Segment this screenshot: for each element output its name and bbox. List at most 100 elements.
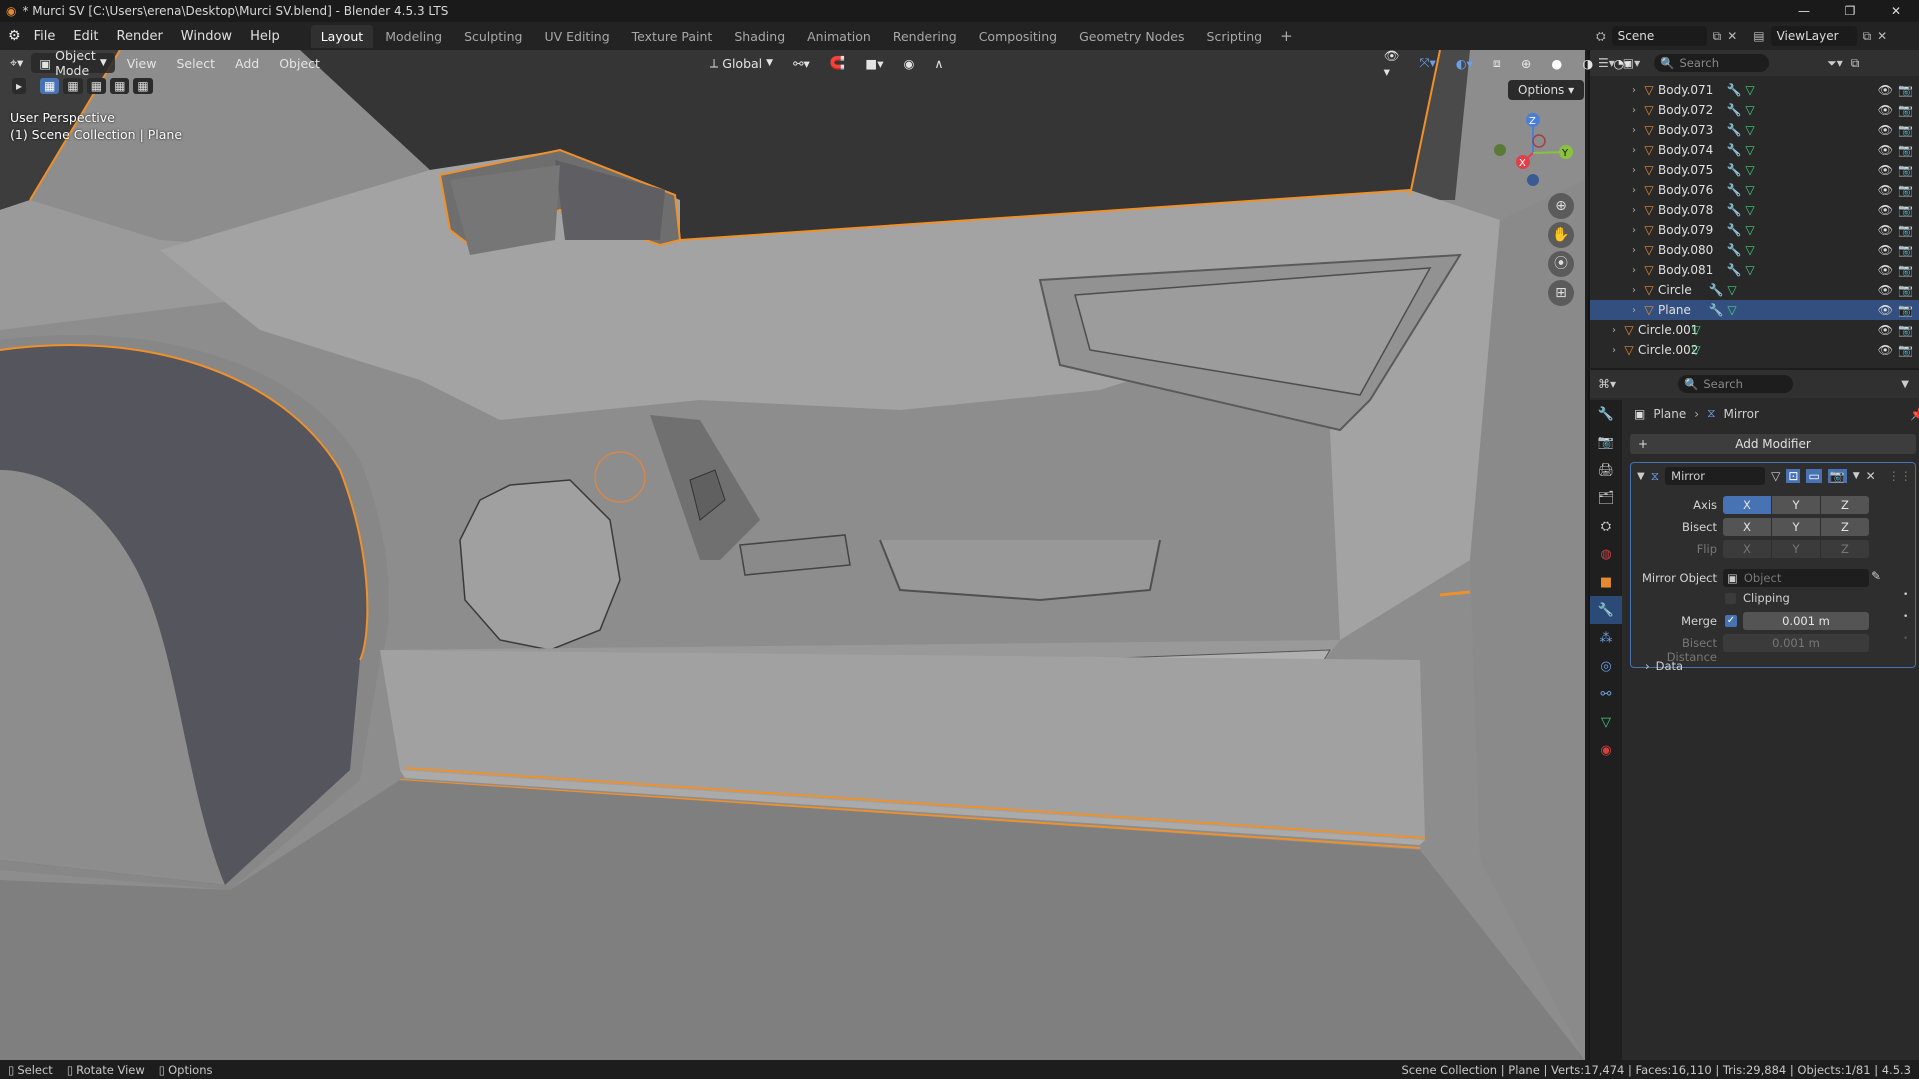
mesh-data-icon[interactable]: ▽ (1724, 303, 1740, 317)
bisect-z-toggle[interactable]: Z (1821, 518, 1869, 536)
modifier-name-field[interactable]: Mirror (1665, 467, 1766, 485)
tab-uv-editing[interactable]: UV Editing (534, 25, 619, 48)
mesh-data-icon[interactable]: ▽ (1742, 103, 1758, 117)
visibility-eye-icon[interactable]: 👁 (1878, 123, 1893, 137)
render-camera-icon[interactable]: 📷 (1898, 183, 1913, 197)
add-workspace-icon[interactable]: + (1280, 27, 1293, 45)
chevron-right-icon[interactable]: › (1628, 225, 1640, 236)
editor-type-icon[interactable]: ⌖▾ (6, 53, 27, 73)
delete-view-layer-icon[interactable]: ✕ (1877, 29, 1887, 43)
keyframe-dot-icon[interactable]: • (1903, 612, 1908, 622)
outliner-row[interactable]: › ▽ Body.073 🔧 ▽ 👁 📷 (1590, 120, 1919, 140)
overlay-toggle-icon[interactable]: ◐▾ (1448, 53, 1481, 73)
remove-modifier-icon[interactable]: ✕ (1866, 469, 1876, 483)
visibility-eye-icon[interactable]: 👁 (1878, 223, 1893, 237)
chevron-right-icon[interactable]: › (1628, 305, 1640, 316)
mode-selector[interactable]: ▣ Object Mode ▼ (31, 48, 115, 78)
outliner-row[interactable]: › ▽ Body.075 🔧 ▽ 👁 📷 (1590, 160, 1919, 180)
drag-handle-icon[interactable]: ⋮⋮ (1888, 469, 1912, 483)
modifier-wrench-icon[interactable]: 🔧 (1726, 203, 1742, 217)
visibility-eye-icon[interactable]: 👁 (1878, 163, 1893, 177)
options-button[interactable]: Options ▾ (1508, 80, 1585, 100)
viewport-toggle-icon[interactable]: ▭ (1806, 469, 1822, 483)
object-tab-icon[interactable]: ■ (1590, 568, 1622, 596)
delete-scene-icon[interactable]: ✕ (1727, 29, 1737, 43)
new-view-layer-icon[interactable]: ⧉ (1863, 29, 1872, 44)
outliner-row[interactable]: › ▽ Circle 🔧 ▽ 👁 📷 (1590, 280, 1919, 300)
render-camera-icon[interactable]: 📷 (1898, 303, 1913, 317)
select-new-icon[interactable]: ▦ (40, 78, 60, 94)
visibility-icon[interactable]: 👁▾ (1376, 48, 1408, 79)
menu-select[interactable]: Select (168, 53, 223, 73)
visibility-eye-icon[interactable]: 👁 (1878, 103, 1893, 117)
zoom-icon[interactable]: ⊕ (1548, 193, 1574, 219)
new-collection-icon[interactable]: ⧉ (1851, 56, 1860, 71)
tab-layout[interactable]: Layout (310, 24, 374, 48)
menu-file[interactable]: File (25, 29, 65, 44)
render-camera-icon[interactable]: 📷 (1898, 323, 1913, 337)
mesh-data-icon[interactable]: ▽ (1688, 323, 1704, 337)
render-camera-icon[interactable]: 📷 (1898, 203, 1913, 217)
bisect-y-toggle[interactable]: Y (1772, 518, 1820, 536)
render-camera-icon[interactable]: 📷 (1898, 83, 1913, 97)
particles-tab-icon[interactable]: ⁂ (1590, 624, 1622, 652)
visibility-eye-icon[interactable]: 👁 (1878, 343, 1893, 357)
maximize-button[interactable]: ❐ (1827, 0, 1873, 22)
mesh-data-icon[interactable]: ▽ (1724, 283, 1740, 297)
menu-edit[interactable]: Edit (64, 29, 107, 44)
select-extend-icon[interactable]: ▦ (63, 78, 83, 94)
chevron-right-icon[interactable]: › (1608, 345, 1620, 356)
modifier-wrench-icon[interactable]: 🔧 (1708, 303, 1724, 317)
outliner-row[interactable]: › ▽ Body.079 🔧 ▽ 👁 📷 (1590, 220, 1919, 240)
eyedropper-icon[interactable]: ✎ (1871, 569, 1881, 583)
visibility-eye-icon[interactable]: 👁 (1878, 263, 1893, 277)
outliner-row[interactable]: › ▽ Plane 🔧 ▽ 👁 📷 (1590, 300, 1919, 320)
blender-menu-icon[interactable]: ⚙ (8, 28, 21, 44)
edit-mode-toggle-icon[interactable]: ▽ (1771, 469, 1780, 483)
render-tab-icon[interactable]: 📷 (1590, 428, 1622, 456)
visibility-eye-icon[interactable]: 👁 (1878, 243, 1893, 257)
falloff-icon[interactable]: ∧ (926, 53, 951, 73)
chevron-right-icon[interactable]: › (1628, 245, 1640, 256)
pan-hand-icon[interactable]: ✋ (1548, 222, 1574, 248)
view-layer-selector[interactable]: ViewLayer (1770, 26, 1857, 46)
proportional-edit-icon[interactable]: ◉ (895, 53, 922, 73)
chevron-right-icon[interactable]: › (1628, 265, 1640, 276)
snap-icon[interactable]: 🧲 (822, 53, 854, 73)
bisect-distance-field[interactable]: 0.001 m (1723, 634, 1869, 652)
keyframe-dot-icon[interactable]: • (1903, 590, 1908, 600)
add-modifier-button[interactable]: + Add Modifier (1630, 434, 1916, 454)
ortho-grid-icon[interactable]: ⊞ (1548, 280, 1574, 306)
chevron-right-icon[interactable]: › (1628, 205, 1640, 216)
tab-texture-paint[interactable]: Texture Paint (622, 25, 723, 48)
modifier-wrench-icon[interactable]: 🔧 (1708, 283, 1724, 297)
gizmo-toggle-icon[interactable]: ⤧▾ (1411, 53, 1443, 73)
chevron-right-icon[interactable]: › (1628, 145, 1640, 156)
outliner-row[interactable]: › ▽ Body.080 🔧 ▽ 👁 📷 (1590, 240, 1919, 260)
select-tool-icon[interactable]: ▸ (12, 78, 27, 94)
select-invert-icon[interactable]: ▦ (110, 78, 130, 94)
tab-compositing[interactable]: Compositing (969, 25, 1067, 48)
cage-toggle-icon[interactable]: ⊡ (1786, 469, 1801, 483)
keyframe-dot-icon[interactable]: • (1903, 634, 1908, 644)
mesh-data-icon[interactable]: ▽ (1688, 343, 1704, 357)
chevron-right-icon[interactable]: › (1628, 185, 1640, 196)
select-intersect-icon[interactable]: ▦ (133, 78, 153, 94)
mesh-data-icon[interactable]: ▽ (1742, 143, 1758, 157)
material-tab-icon[interactable]: ◉ (1590, 736, 1622, 764)
render-camera-icon[interactable]: 📷 (1898, 223, 1913, 237)
modifier-wrench-icon[interactable]: 🔧 (1726, 123, 1742, 137)
new-scene-icon[interactable]: ⧉ (1713, 29, 1722, 44)
tab-scripting[interactable]: Scripting (1197, 25, 1273, 48)
minimize-button[interactable]: — (1781, 0, 1827, 22)
outliner-search-input[interactable]: 🔍 Search (1654, 54, 1770, 72)
close-window-button[interactable]: ✕ (1873, 0, 1919, 22)
mesh-data-icon[interactable]: ▽ (1742, 223, 1758, 237)
menu-render[interactable]: Render (108, 29, 172, 44)
tab-animation[interactable]: Animation (797, 25, 881, 48)
render-camera-icon[interactable]: 📷 (1898, 283, 1913, 297)
flip-y-toggle[interactable]: Y (1772, 540, 1820, 558)
outliner-row[interactable]: › ▽ Body.071 🔧 ▽ 👁 📷 (1590, 80, 1919, 100)
rendered-shading-icon[interactable]: ◔▾ (1605, 53, 1638, 73)
mesh-data-icon[interactable]: ▽ (1742, 163, 1758, 177)
